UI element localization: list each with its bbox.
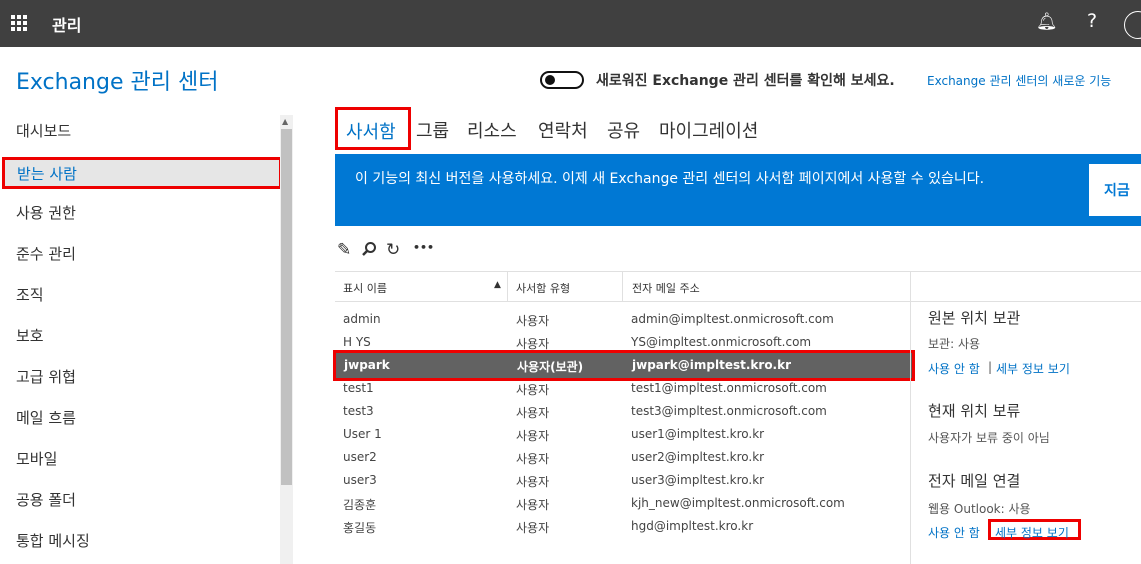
cell-email: user1@impltest.kro.kr	[631, 427, 765, 441]
sidebar-item-advanced-threats[interactable]: 고급 위협	[16, 366, 76, 387]
tab-label: 사서함	[346, 122, 396, 143]
more-icon[interactable]: •••	[413, 241, 434, 254]
new-version-banner: 이 기능의 최신 버전을 사용하세요. 이제 새 Exchange 관리 센터의…	[335, 154, 1141, 226]
sidebar-item-recipients[interactable]: 받는 사람	[2, 157, 282, 189]
table-row[interactable]: 홍길동 사용자 hgd@impltest.kro.kr	[335, 515, 911, 538]
email-connectivity-title: 전자 메일 연결	[928, 472, 1021, 490]
cell-type: 사용자	[516, 498, 550, 512]
try-now-button[interactable]: 지금	[1089, 164, 1141, 216]
table-header: 표시 이름 사서함 유형 전자 메일 주소	[335, 271, 1141, 302]
tab-contacts[interactable]: 연락처	[538, 117, 588, 143]
page-brand-title: Exchange 관리 센터	[16, 70, 219, 95]
sidebar-item-label: 받는 사람	[17, 165, 77, 183]
archive-view-details-link[interactable]: 세부 정보 보기	[996, 360, 1070, 377]
table-row[interactable]: user3 사용자 user3@impltest.kro.kr	[335, 469, 911, 492]
cell-type: 사용자(보관)	[517, 360, 584, 374]
cell-email: jwpark@impltest.kro.kr	[632, 358, 792, 372]
email-connectivity-status: 웹용 Outlook: 사용	[928, 502, 1031, 516]
cell-type: 사용자	[516, 452, 550, 466]
cell-email: admin@impltest.onmicrosoft.com	[631, 312, 834, 326]
help-icon[interactable]: ?	[1087, 10, 1097, 32]
scroll-up-icon[interactable]: ▲	[282, 117, 288, 126]
app-title[interactable]: 관리	[52, 12, 81, 36]
tab-mailboxes[interactable]: 사서함	[335, 107, 411, 150]
cell-email: YS@impltest.onmicrosoft.com	[631, 335, 812, 349]
tab-sharing[interactable]: 공유	[607, 117, 640, 143]
sidebar-item-unified-messaging[interactable]: 통합 메시징	[16, 530, 90, 551]
col-mailbox-type[interactable]: 사서함 유형	[516, 280, 570, 296]
toggle-label: 새로워진 Exchange 관리 센터를 확인해 보세요.	[596, 73, 895, 89]
table-row[interactable]: test3 사용자 test3@impltest.onmicrosoft.com	[335, 400, 911, 423]
link-separator: |	[988, 360, 993, 374]
col-separator	[507, 272, 508, 302]
try-now-label: 지금	[1104, 183, 1130, 199]
app-launcher-icon[interactable]	[11, 15, 27, 31]
sidebar-item-dashboard[interactable]: 대시보드	[16, 120, 71, 141]
email-disable-link[interactable]: 사용 안 함	[928, 524, 980, 541]
cell-name: admin	[343, 312, 381, 326]
cell-name: 홍길동	[343, 521, 377, 535]
archive-status: 보관: 사용	[928, 337, 981, 351]
pencil-icon[interactable]: ✎	[337, 240, 351, 260]
archive-disable-link[interactable]: 사용 안 함	[928, 360, 980, 377]
cell-email: kjh_new@impltest.onmicrosoft.com	[631, 496, 845, 510]
tab-migration[interactable]: 마이그레이션	[659, 117, 758, 143]
col-display-name[interactable]: 표시 이름	[343, 280, 387, 296]
cell-type: 사용자	[516, 383, 550, 397]
toggle-knob	[545, 75, 555, 85]
sidebar-item-mobile[interactable]: 모바일	[16, 448, 57, 469]
col-email-address[interactable]: 전자 메일 주소	[632, 280, 700, 296]
tab-resources[interactable]: 리소스	[467, 117, 517, 143]
cell-type: 사용자	[516, 429, 550, 443]
table-row[interactable]: user2 사용자 user2@impltest.kro.kr	[335, 446, 911, 469]
sidebar-item-mail-flow[interactable]: 메일 흐름	[16, 407, 76, 428]
new-eac-toggle[interactable]	[540, 71, 584, 89]
sort-ascending-icon[interactable]: ▲	[494, 280, 501, 290]
cell-email: hgd@impltest.kro.kr	[631, 519, 754, 533]
sidebar-item-protection[interactable]: 보호	[16, 325, 44, 346]
hold-title: 현재 위치 보류	[928, 402, 1021, 420]
cell-name: test1	[343, 381, 374, 395]
table-row[interactable]: User 1 사용자 user1@impltest.kro.kr	[335, 423, 911, 446]
cell-name: User 1	[343, 427, 382, 441]
search-icon[interactable]	[361, 241, 377, 262]
table-row[interactable]: test1 사용자 test1@impltest.onmicrosoft.com	[335, 377, 911, 400]
cell-name: H YS	[343, 335, 371, 349]
whats-new-link[interactable]: Exchange 관리 센터의 새로운 기능	[927, 72, 1111, 89]
sidebar-item-organization[interactable]: 조직	[16, 284, 44, 305]
col-separator	[910, 272, 911, 302]
sidebar-scrollbar[interactable]: ▲	[280, 115, 293, 564]
cell-email: test1@impltest.onmicrosoft.com	[631, 381, 827, 395]
cell-type: 사용자	[516, 406, 550, 420]
banner-text: 이 기능의 최신 버전을 사용하세요. 이제 새 Exchange 관리 센터의…	[355, 171, 985, 187]
cell-type: 사용자	[516, 475, 550, 489]
table-row[interactable]: 김종훈 사용자 kjh_new@impltest.onmicrosoft.com	[335, 492, 911, 515]
cell-name: 김종훈	[343, 498, 377, 512]
top-bar: 관리 🔔︎ ?	[0, 0, 1141, 47]
cell-email: user3@impltest.kro.kr	[631, 473, 765, 487]
cell-email: test3@impltest.onmicrosoft.com	[631, 404, 827, 418]
cell-email: user2@impltest.kro.kr	[631, 450, 765, 464]
refresh-icon[interactable]: ↻	[386, 240, 400, 260]
col-separator	[622, 272, 623, 302]
tab-groups[interactable]: 그룹	[416, 117, 449, 143]
sidebar-item-public-folders[interactable]: 공용 폴더	[16, 489, 76, 510]
cell-name: user3	[343, 473, 377, 487]
avatar[interactable]	[1124, 11, 1141, 39]
archive-title: 원본 위치 보관	[928, 309, 1021, 327]
sidebar-item-permissions[interactable]: 사용 권한	[16, 202, 76, 223]
table-row[interactable]: admin 사용자 admin@impltest.onmicrosoft.com	[335, 308, 911, 331]
cell-name: test3	[343, 404, 374, 418]
hold-status: 사용자가 보류 중이 아님	[928, 431, 1050, 445]
bell-icon[interactable]: 🔔︎	[1036, 12, 1058, 32]
sidebar-item-compliance[interactable]: 준수 관리	[16, 243, 76, 264]
email-view-details-link[interactable]: 세부 정보 보기	[995, 524, 1069, 541]
cell-name: jwpark	[344, 358, 390, 372]
details-divider	[910, 302, 911, 564]
scroll-thumb[interactable]	[281, 129, 292, 485]
cell-name: user2	[343, 450, 377, 464]
cell-type: 사용자	[516, 521, 550, 535]
cell-type: 사용자	[516, 314, 550, 328]
